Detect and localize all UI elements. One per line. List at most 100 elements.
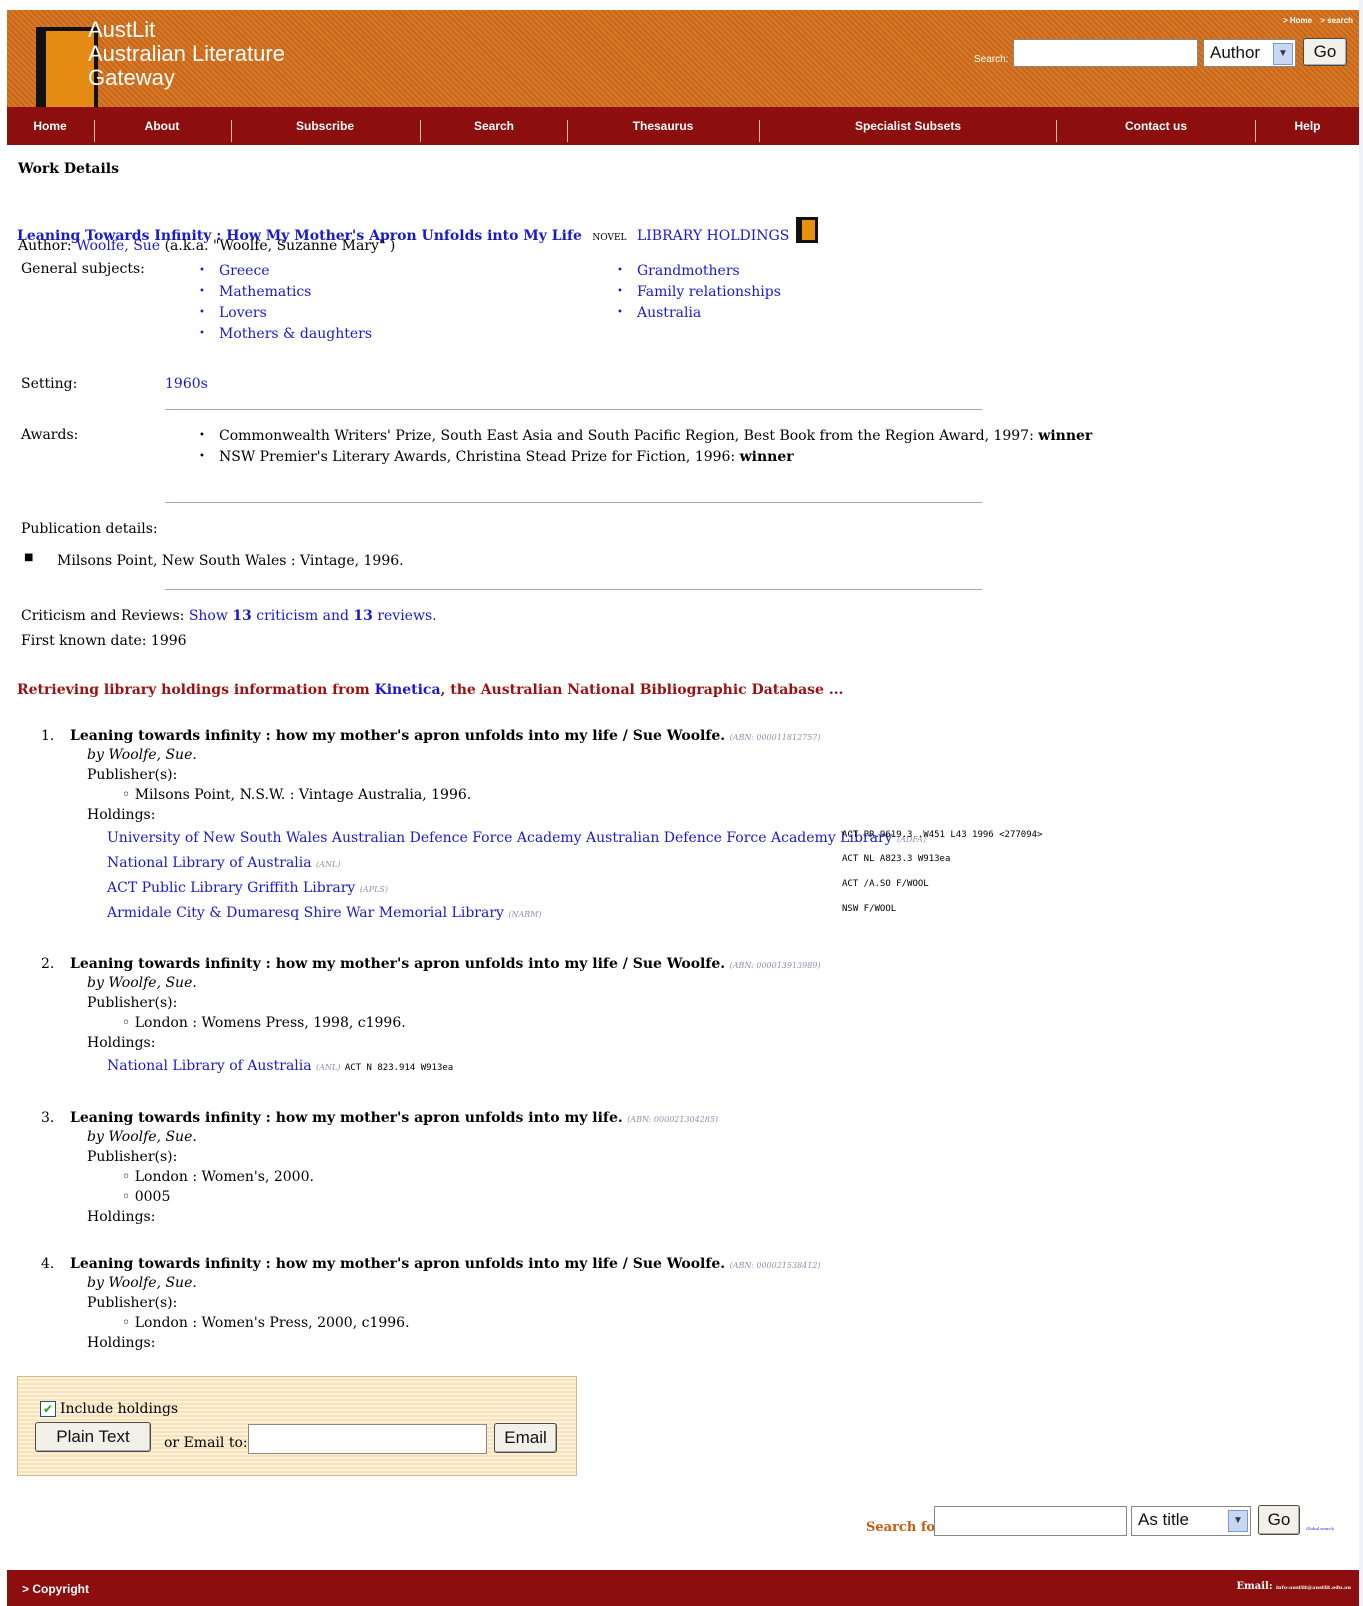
email-button[interactable]: Email [494, 1423, 557, 1453]
nav-about[interactable]: About [95, 107, 229, 145]
author-label: Author: [18, 238, 72, 254]
subject-link[interactable]: Mothers & daughters [199, 326, 372, 342]
setting-link[interactable]: 1960s [165, 376, 208, 392]
holding-row: ACT Public Library Griffith Library (APL… [107, 880, 388, 896]
subjects-label: General subjects: [21, 261, 145, 277]
top-link-search[interactable]: > search [1320, 16, 1353, 25]
header-search-input[interactable] [1013, 39, 1198, 67]
publication-value: Milsons Point, New South Wales : Vintage… [57, 553, 404, 569]
publishers-label: Publisher(s): [87, 995, 178, 1011]
record-number: 2. [41, 956, 55, 972]
record-by: by Woolfe, Sue. [87, 747, 197, 763]
include-holdings-checkbox[interactable]: ✔ [40, 1401, 56, 1417]
nav-thesaurus[interactable]: Thesaurus [568, 107, 758, 145]
library-code: (APLS) [359, 885, 388, 894]
award-text: NSW Premier's Literary Awards, Christina… [219, 449, 736, 465]
bottom-search-type-value: As title [1138, 1510, 1190, 1529]
publisher-item: ◦ London : Women's, 2000. [122, 1169, 314, 1185]
author-link[interactable]: Woolfe, Sue [76, 238, 160, 254]
library-link[interactable]: National Library of Australia [107, 1058, 312, 1074]
record-title-line: Leaning towards infinity : how my mother… [70, 728, 821, 744]
award-result: winner [739, 449, 794, 465]
library-link[interactable]: ACT Public Library Griffith Library [107, 880, 355, 896]
holding-row: Armidale City & Dumaresq Shire War Memor… [107, 905, 542, 921]
header-go-button[interactable]: Go [1303, 38, 1347, 66]
publisher-item: ◦ London : Womens Press, 1998, c1996. [122, 1015, 406, 1031]
export-panel: ✔ Include holdings Plain Text or Email t… [17, 1376, 577, 1476]
bottom-search-input[interactable] [934, 1506, 1127, 1536]
plain-text-button[interactable]: Plain Text [35, 1422, 151, 1452]
book-icon[interactable] [795, 217, 818, 243]
nav-help[interactable]: Help [1256, 107, 1359, 145]
subject-link[interactable]: Lovers [199, 305, 267, 321]
record-abn: (ABN: 000011812757) [729, 733, 821, 742]
subject-link[interactable]: Grandmothers [617, 263, 740, 279]
scrollbar[interactable] [1359, 0, 1363, 1606]
crit-mid: criticism and [256, 608, 349, 624]
holdings-label: Holdings: [87, 1209, 156, 1225]
library-link[interactable]: University of New South Wales Australian… [107, 830, 893, 846]
kinetica-link[interactable]: Kinetica [375, 682, 441, 698]
subject-link[interactable]: Family relationships [617, 284, 781, 300]
bottom-search-type-select[interactable]: As title ▼ [1131, 1506, 1251, 1536]
criticism-label: Criticism and Reviews: [21, 608, 185, 624]
bottom-go-button[interactable]: Go [1258, 1505, 1300, 1535]
record-number: 4. [41, 1256, 55, 1272]
publication-label: Publication details: [21, 521, 158, 537]
record-title-line: Leaning towards infinity : how my mother… [70, 1110, 718, 1126]
library-link[interactable]: National Library of Australia [107, 855, 312, 871]
author-line: Author: Woolfe, Sue (a.k.a. "Woolfe, Suz… [18, 238, 395, 254]
email-to-label: or Email to: [164, 1435, 248, 1451]
site-header: AustLit Australian Literature Gateway > … [7, 10, 1359, 113]
global-search-link[interactable]: Global search [1306, 1526, 1334, 1531]
awards-label: Awards: [21, 427, 79, 443]
publisher-text: London : Womens Press, 1998, c1996. [134, 1015, 406, 1031]
award-result: winner [1038, 428, 1093, 444]
publisher-text: 0005 [134, 1189, 171, 1205]
header-search-type-select[interactable]: Author ▼ [1203, 39, 1296, 67]
call-number: ACT NL A823.3 W913ea [842, 854, 951, 864]
record-number: 1. [41, 728, 55, 744]
crit-pre: Show [188, 608, 228, 624]
nav-contact-us[interactable]: Contact us [1057, 107, 1255, 145]
record-by: by Woolfe, Sue. [87, 975, 197, 991]
chevron-down-icon: ▼ [1273, 43, 1293, 65]
footer-email: Email: info-austlit@austlit.edu.au [1237, 1581, 1351, 1592]
copyright-link[interactable]: > Copyright [22, 1582, 89, 1596]
footer-email-link[interactable]: info-austlit@austlit.edu.au [1276, 1585, 1351, 1591]
top-link-home[interactable]: > Home [1283, 16, 1312, 25]
publishers-label: Publisher(s): [87, 1295, 178, 1311]
holding-row: National Library of Australia (ANL) ACT … [107, 1058, 453, 1074]
setting-label: Setting: [21, 376, 78, 392]
top-links: > Home > search [1277, 16, 1353, 25]
publisher-item: ◦ 0005 [122, 1189, 171, 1205]
nav-search[interactable]: Search [421, 107, 567, 145]
first-date-label: First known date: [21, 633, 147, 649]
library-code: (ANL) [316, 1063, 341, 1072]
record-title: Leaning towards infinity : how my mother… [70, 1110, 623, 1126]
site-logo-text[interactable]: AustLit Australian Literature Gateway [88, 18, 285, 90]
record-title: Leaning towards infinity : how my mother… [70, 728, 726, 744]
holdings-label: Holdings: [87, 1335, 156, 1351]
library-link[interactable]: Armidale City & Dumaresq Shire War Memor… [107, 905, 504, 921]
nav-specialist-subsets[interactable]: Specialist Subsets [760, 107, 1056, 145]
call-number: ACT N 823.914 W913ea [344, 1063, 454, 1073]
subject-link[interactable]: Mathematics [199, 284, 311, 300]
award-text: Commonwealth Writers' Prize, South East … [219, 428, 1034, 444]
library-holdings-link[interactable]: LIBRARY HOLDINGS [637, 228, 789, 244]
square-bullet-icon: ■ [24, 552, 34, 563]
work-form: NOVEL [592, 233, 627, 243]
call-number: NSW F/WOOL [842, 904, 897, 914]
email-input[interactable] [248, 1424, 487, 1454]
divider [165, 589, 982, 590]
first-date-line: First known date: 1996 [21, 633, 187, 649]
crit-count: 13 [232, 608, 252, 624]
nav-subscribe[interactable]: Subscribe [232, 107, 418, 145]
criticism-link[interactable]: Show 13 criticism and 13 reviews. [189, 608, 437, 624]
publisher-text: London : Women's Press, 2000, c1996. [134, 1315, 410, 1331]
nav-home[interactable]: Home [7, 107, 93, 145]
call-number: ACT PR.9619.3 .W451 L43 1996 <277094> [842, 830, 1043, 840]
publisher-item: ◦ Milsons Point, N.S.W. : Vintage Austra… [122, 787, 472, 803]
subject-link[interactable]: Greece [199, 263, 269, 279]
subject-link[interactable]: Australia [617, 305, 701, 321]
